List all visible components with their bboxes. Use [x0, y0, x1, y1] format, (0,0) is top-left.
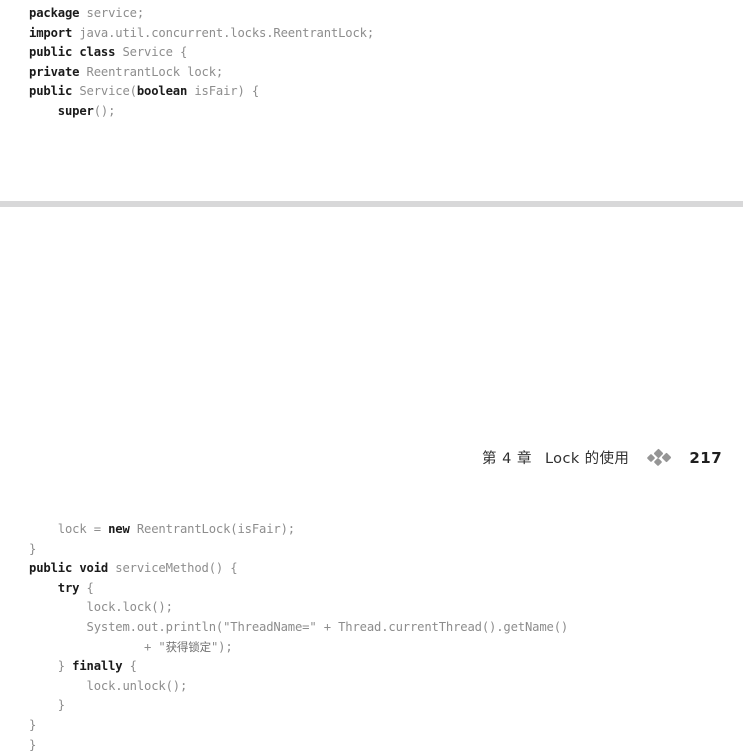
code-block-top: package service; import java.util.concurr… [29, 4, 374, 122]
code-line: } [29, 540, 568, 560]
page-number: 217 [689, 448, 723, 467]
code-token: public void [29, 561, 109, 576]
code-line: try { [29, 579, 568, 599]
code-token: service; [79, 6, 145, 20]
code-line: super(); [29, 102, 374, 122]
code-line: import java.util.concurrent.locks.Reentr… [29, 24, 374, 44]
code-line: public Service(boolean isFair) { [29, 82, 374, 102]
code-token: try [57, 580, 80, 595]
code-token: Service( [72, 84, 137, 99]
code-line: } [29, 696, 568, 716]
code-token: public class [29, 45, 116, 60]
code-token: private [29, 64, 80, 79]
code-token: } [29, 737, 37, 752]
running-header: 第 4 章 Lock 的使用 217 [482, 447, 722, 468]
code-line: lock.unlock(); [29, 677, 568, 697]
code-line: } [29, 736, 568, 755]
code-token: "); [210, 639, 233, 654]
code-token: isFair) { [187, 84, 259, 99]
code-token: package [29, 6, 80, 20]
code-token: ReentrantLock lock; [79, 64, 224, 79]
code-token: boolean [136, 84, 188, 99]
code-token: + " [29, 639, 166, 654]
code-line: private ReentrantLock lock; [29, 63, 374, 83]
code-token: finally [72, 659, 123, 674]
code-line: } [29, 716, 568, 736]
code-token: 获得锁定 [165, 639, 212, 654]
code-token: (); [93, 103, 116, 118]
code-token: } [29, 541, 37, 556]
code-line: lock.lock(); [29, 598, 568, 618]
code-line: public class Service { [29, 43, 374, 63]
code-line: package service; [29, 4, 374, 24]
code-line: lock = new ReentrantLock(isFair); [29, 520, 568, 540]
code-line: System.out.println("ThreadName=" + Threa… [29, 618, 569, 638]
code-token: new [108, 522, 130, 536]
code-token: serviceMethod() { [108, 561, 238, 576]
code-token: } [29, 698, 65, 713]
code-token: import [29, 25, 73, 40]
code-token: { [79, 580, 94, 595]
code-line: public void serviceMethod() { [29, 559, 568, 579]
header-chapter-number: 第 4 章 [482, 451, 532, 467]
header-chapter-title: Lock 的使用 [544, 451, 630, 467]
code-token: Service { [115, 45, 188, 60]
scanned-page-bottom: 第 4 章 Lock 的使用 217 lock = new ReentrantL… [0, 207, 743, 752]
code-token: lock.unlock(); [29, 678, 188, 693]
code-token: } [29, 717, 37, 732]
code-token: java.util.concurrent.locks.ReentrantLock… [72, 25, 374, 40]
code-line: + "获得锁定"); [29, 638, 568, 658]
code-token: ReentrantLock(isFair); [129, 522, 295, 536]
code-token: lock.lock(); [29, 600, 173, 615]
diamond-cluster-ornament-icon [647, 448, 672, 467]
code-token: public [29, 84, 73, 99]
scanned-page-top: package service; import java.util.concurr… [0, 0, 743, 201]
code-token: { [122, 659, 137, 674]
code-line: } finally { [29, 657, 568, 677]
code-block-bottom: lock = new ReentrantLock(isFair);} public… [29, 520, 568, 755]
code-token: super [57, 103, 94, 118]
code-token: } [29, 659, 73, 674]
code-token: lock = [29, 522, 109, 536]
code-token: System.out.println("ThreadName=" + Threa… [29, 619, 569, 634]
